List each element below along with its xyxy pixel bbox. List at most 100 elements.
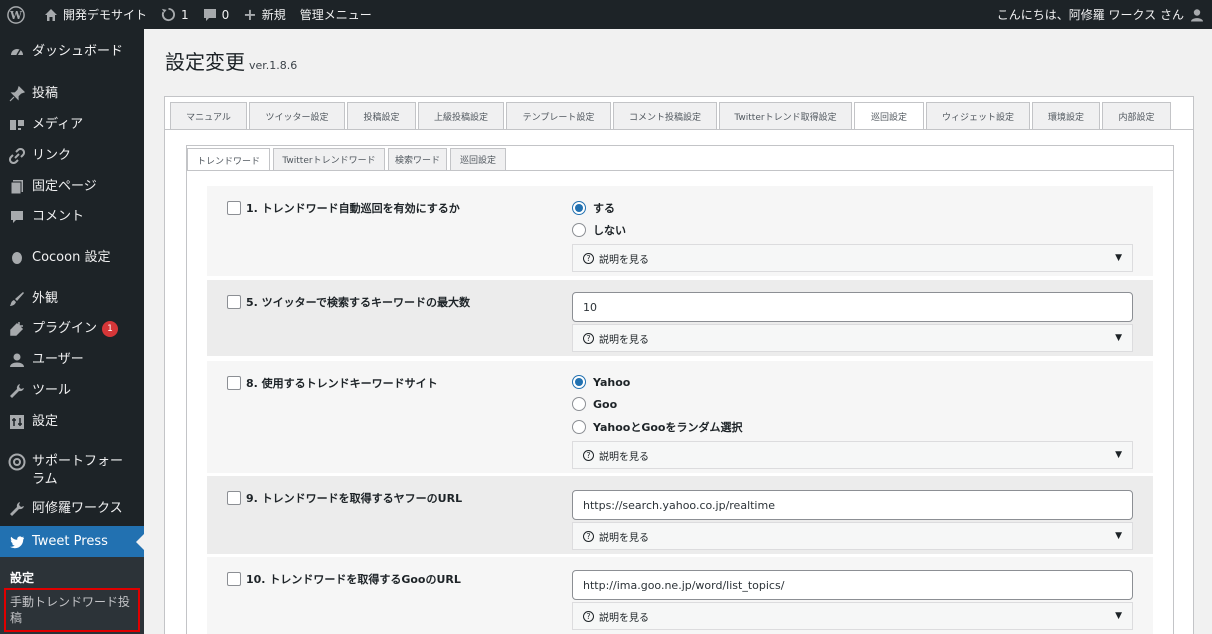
updates-icon xyxy=(161,7,176,22)
goo-url-input[interactable]: http://ima.goo.ne.jp/word/list_topics/ xyxy=(572,570,1133,600)
updates-link[interactable]: 1 xyxy=(154,0,196,29)
radio-button-selected[interactable] xyxy=(572,201,586,215)
subtab-search-word[interactable]: 検索ワード xyxy=(388,148,447,170)
subtab-twitter-trend-word[interactable]: Twitterトレンドワード xyxy=(273,148,385,170)
sidebar-item-tools[interactable]: ツール xyxy=(0,382,144,400)
subtab-patrol-settings[interactable]: 巡回設定 xyxy=(450,148,506,170)
tab-comment-post-settings[interactable]: コメント投稿設定 xyxy=(613,102,717,129)
my-account-link[interactable]: こんにちは、阿修羅 ワークス さん xyxy=(990,0,1212,29)
sidebar-item-media[interactable]: メディア xyxy=(0,116,144,134)
sidebar-item-appearance[interactable]: 外観 xyxy=(0,290,144,308)
wordpress-logo-icon: W xyxy=(7,5,25,24)
radio-button[interactable] xyxy=(572,420,586,434)
link-icon xyxy=(8,147,26,165)
tab-environment-settings[interactable]: 環境設定 xyxy=(1032,102,1100,129)
description-toggle[interactable]: ? 説明を見る ▼ xyxy=(572,522,1133,550)
sidebar-item-label: サポートフォーラム xyxy=(32,454,124,487)
max-keywords-input[interactable]: 10 xyxy=(572,292,1133,322)
radio-button[interactable] xyxy=(572,397,586,411)
sidebar-item-comments[interactable]: コメント xyxy=(0,208,144,226)
description-toggle[interactable]: ? 説明を見る ▼ xyxy=(572,602,1133,630)
radio-label: Goo xyxy=(593,397,618,411)
pin-icon xyxy=(8,85,26,103)
description-label: 説明を見る xyxy=(599,532,649,544)
admin-bar: W 開発デモサイト 1 0 + 新規 管理メニュー こんにちは、阿修羅 ワークス… xyxy=(0,0,1212,29)
caret-down-icon: ▼ xyxy=(1115,333,1122,343)
description-toggle[interactable]: ? 説明を見る ▼ xyxy=(572,441,1133,469)
plus-icon: + xyxy=(243,5,257,24)
admin-menu-link[interactable]: 管理メニュー xyxy=(293,0,379,29)
sidebar-item-settings[interactable]: 設定 xyxy=(0,413,144,431)
brush-icon xyxy=(8,290,26,308)
radio-button[interactable] xyxy=(572,223,586,237)
tab-widget-settings[interactable]: ウィジェット設定 xyxy=(926,102,1030,129)
support-icon xyxy=(8,453,26,471)
question-icon: ? xyxy=(583,449,594,461)
yahoo-url-input[interactable]: https://search.yahoo.co.jp/realtime xyxy=(572,490,1133,520)
sidebar-item-cocoon[interactable]: Cocoon 設定 xyxy=(0,249,144,267)
description-label: 説明を見る xyxy=(599,254,649,266)
question-icon: ? xyxy=(583,530,594,542)
submenu-settings-link[interactable]: 設定 xyxy=(10,569,34,586)
caret-down-icon: ▼ xyxy=(1115,450,1122,460)
sidebar-item-plugins[interactable]: プラグイン 1 xyxy=(0,320,144,338)
setting-label-text: 9. トレンドワードを取得するヤフーのURL xyxy=(246,492,463,505)
tab-template-settings[interactable]: テンプレート設定 xyxy=(506,102,611,129)
sidebar-item-links[interactable]: リンク xyxy=(0,147,144,165)
description-toggle[interactable]: ? 説明を見る ▼ xyxy=(572,324,1133,352)
settings-icon xyxy=(8,413,26,431)
sidebar-item-label: コメント xyxy=(32,209,85,224)
tab-advanced-post-settings[interactable]: 上級投稿設定 xyxy=(418,102,504,129)
sidebar-item-posts[interactable]: 投稿 xyxy=(0,85,144,103)
comments-link[interactable]: 0 xyxy=(196,0,237,29)
radio-label: Yahoo xyxy=(593,375,631,389)
radio-option-yes[interactable]: する xyxy=(572,200,615,216)
sidebar-item-pages[interactable]: 固定ページ xyxy=(0,178,144,196)
sidebar-item-label: 阿修羅ワークス xyxy=(32,501,123,516)
sidebar-item-support-forum[interactable]: サポートフォーラム xyxy=(0,453,144,489)
radio-option-yahoo[interactable]: Yahoo xyxy=(572,375,630,389)
setting-label: 8. 使用するトレンドキーワードサイト xyxy=(227,375,438,391)
radio-option-no[interactable]: しない xyxy=(572,222,626,238)
radio-button-selected[interactable] xyxy=(572,375,586,389)
site-name-label: 開発デモサイト xyxy=(63,8,148,22)
tab-patrol-settings[interactable]: 巡回設定 xyxy=(854,102,924,130)
new-content-link[interactable]: + 新規 xyxy=(236,0,292,29)
tab-twitter-trend-settings[interactable]: Twitterトレンド取得設定 xyxy=(719,102,852,129)
setting-row-10: 10. トレンドワードを取得するGooのURL http://ima.goo.n… xyxy=(207,557,1153,634)
setting-row-1: 1. トレンドワード自動巡回を有効にするか する しない ? 説明を見る ▼ xyxy=(207,186,1153,276)
site-name-link[interactable]: 開発デモサイト xyxy=(37,0,154,29)
setting-label-text: 5. ツイッターで検索するキーワードの最大数 xyxy=(246,296,471,309)
radio-option-goo[interactable]: Goo xyxy=(572,397,617,411)
setting-row-5: 5. ツイッターで検索するキーワードの最大数 10 ? 説明を見る ▼ xyxy=(207,280,1153,356)
setting-checkbox[interactable] xyxy=(227,491,241,505)
subtab-trend-word[interactable]: トレンドワード xyxy=(187,148,270,171)
question-icon: ? xyxy=(583,332,594,344)
setting-checkbox[interactable] xyxy=(227,376,241,390)
setting-label: 9. トレンドワードを取得するヤフーのURL xyxy=(227,490,462,506)
tab-post-settings[interactable]: 投稿設定 xyxy=(347,102,416,129)
setting-label-text: 10. トレンドワードを取得するGooのURL xyxy=(246,573,461,586)
tab-twitter-settings[interactable]: ツイッター設定 xyxy=(249,102,345,129)
settings-panel: マニュアル ツイッター設定 投稿設定 上級投稿設定 テンプレート設定 コメント投… xyxy=(164,96,1194,634)
description-label: 説明を見る xyxy=(599,334,649,346)
sidebar-item-ashura-works[interactable]: 阿修羅ワークス xyxy=(0,500,144,518)
radio-label: する xyxy=(593,202,615,215)
comments-count: 0 xyxy=(221,7,230,22)
setting-row-8: 8. 使用するトレンドキーワードサイト Yahoo Goo YahooとGooを… xyxy=(207,361,1153,473)
setting-checkbox[interactable] xyxy=(227,572,241,586)
sidebar-item-tweet-press[interactable]: Tweet Press xyxy=(0,526,144,557)
user-icon xyxy=(8,351,26,369)
description-toggle[interactable]: ? 説明を見る ▼ xyxy=(572,244,1133,272)
radio-option-random[interactable]: YahooとGooをランダム選択 xyxy=(572,419,742,435)
tab-manual[interactable]: マニュアル xyxy=(170,102,247,129)
cocoon-icon xyxy=(8,249,26,267)
setting-checkbox[interactable] xyxy=(227,201,241,215)
wordpress-logo-button[interactable]: W xyxy=(0,0,37,29)
sidebar-item-users[interactable]: ユーザー xyxy=(0,351,144,369)
twitter-icon xyxy=(8,533,26,551)
submenu-manual-trend-post-link[interactable]: 手動トレンドワード投稿 xyxy=(4,588,140,632)
tab-internal-settings[interactable]: 内部設定 xyxy=(1102,102,1171,129)
setting-checkbox[interactable] xyxy=(227,295,241,309)
sidebar-item-dashboard[interactable]: ダッシュボード xyxy=(0,43,144,61)
